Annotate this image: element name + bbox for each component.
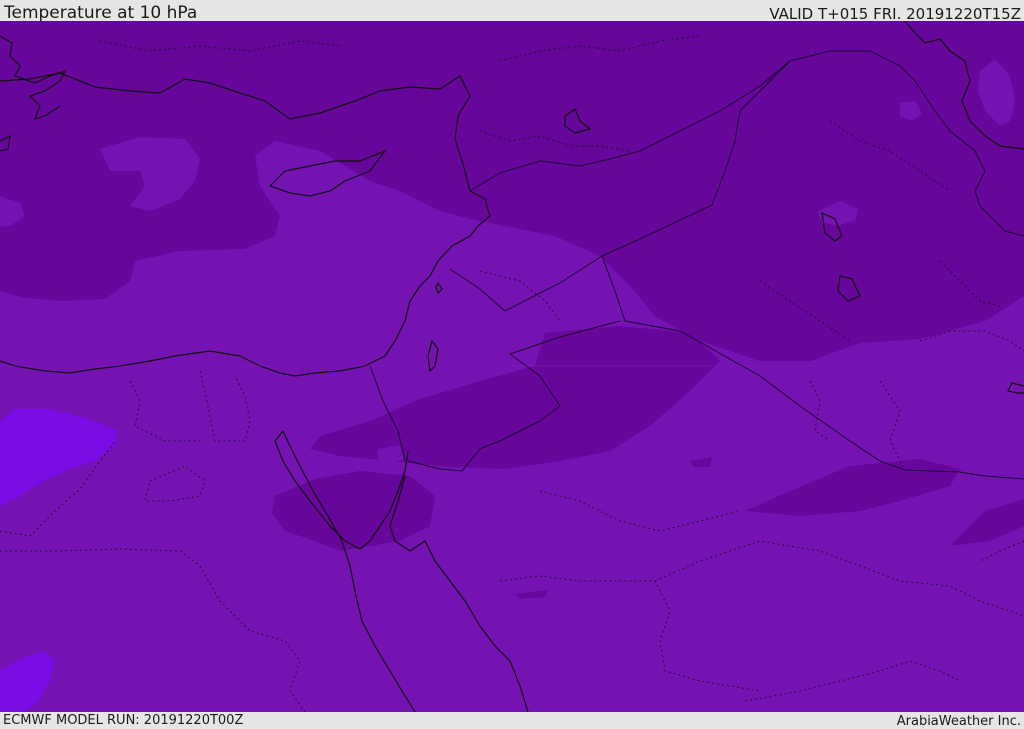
model-run: ECMWF MODEL RUN: 20191220T00Z: [3, 713, 244, 728]
temperature-map: [0, 21, 1024, 712]
footer-bar: ECMWF MODEL RUN: 20191220T00Z ArabiaWeat…: [0, 712, 1024, 729]
header-bar: Temperature at 10 hPa VALID T+015 FRI. 2…: [0, 0, 1024, 23]
credit-text: ArabiaWeather Inc.: [896, 714, 1021, 729]
map-title: Temperature at 10 hPa: [4, 3, 198, 23]
map-panel: [0, 21, 1024, 712]
